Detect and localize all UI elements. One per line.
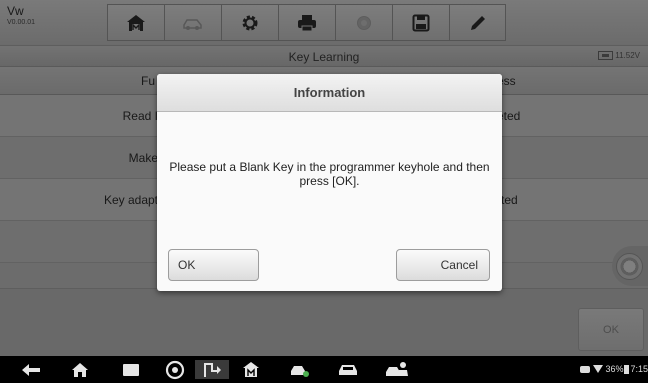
vehicle-service-button[interactable] bbox=[288, 360, 312, 379]
browser-button[interactable] bbox=[162, 360, 188, 379]
dialog-title: Information bbox=[157, 74, 502, 112]
house-icon bbox=[72, 362, 88, 377]
back-arrow-icon bbox=[22, 363, 40, 376]
vehicle-service-icon bbox=[291, 365, 309, 377]
clock: 7:15 bbox=[630, 364, 648, 374]
recent-apps-icon bbox=[123, 363, 139, 376]
device-battery-icon bbox=[624, 364, 630, 374]
autel-home-icon bbox=[243, 362, 259, 377]
recent-apps-button[interactable] bbox=[120, 360, 142, 379]
back-button[interactable] bbox=[18, 360, 44, 379]
dialog-cancel-button[interactable]: Cancel bbox=[396, 249, 490, 281]
message-icon bbox=[580, 365, 591, 373]
system-navigation-bar: 36% 7:15 bbox=[0, 356, 648, 383]
status-tray: 36% 7:15 bbox=[580, 364, 648, 374]
information-dialog: Information Please put a Blank Key in th… bbox=[157, 74, 502, 291]
home-nav-button[interactable] bbox=[68, 360, 92, 379]
car-icon bbox=[339, 364, 357, 375]
dialog-message: Please put a Blank Key in the programmer… bbox=[169, 160, 490, 188]
autel-home-button[interactable] bbox=[239, 360, 263, 379]
technician-car-button[interactable] bbox=[384, 360, 410, 379]
technician-car-icon bbox=[386, 361, 408, 376]
wifi-icon bbox=[593, 365, 604, 373]
remote-desk-button[interactable] bbox=[195, 360, 229, 379]
car-button[interactable] bbox=[336, 360, 360, 379]
remote-desk-icon bbox=[204, 362, 221, 377]
browser-icon bbox=[165, 360, 185, 379]
dialog-ok-button[interactable]: OK bbox=[168, 249, 259, 281]
battery-percent: 36% bbox=[605, 364, 624, 374]
